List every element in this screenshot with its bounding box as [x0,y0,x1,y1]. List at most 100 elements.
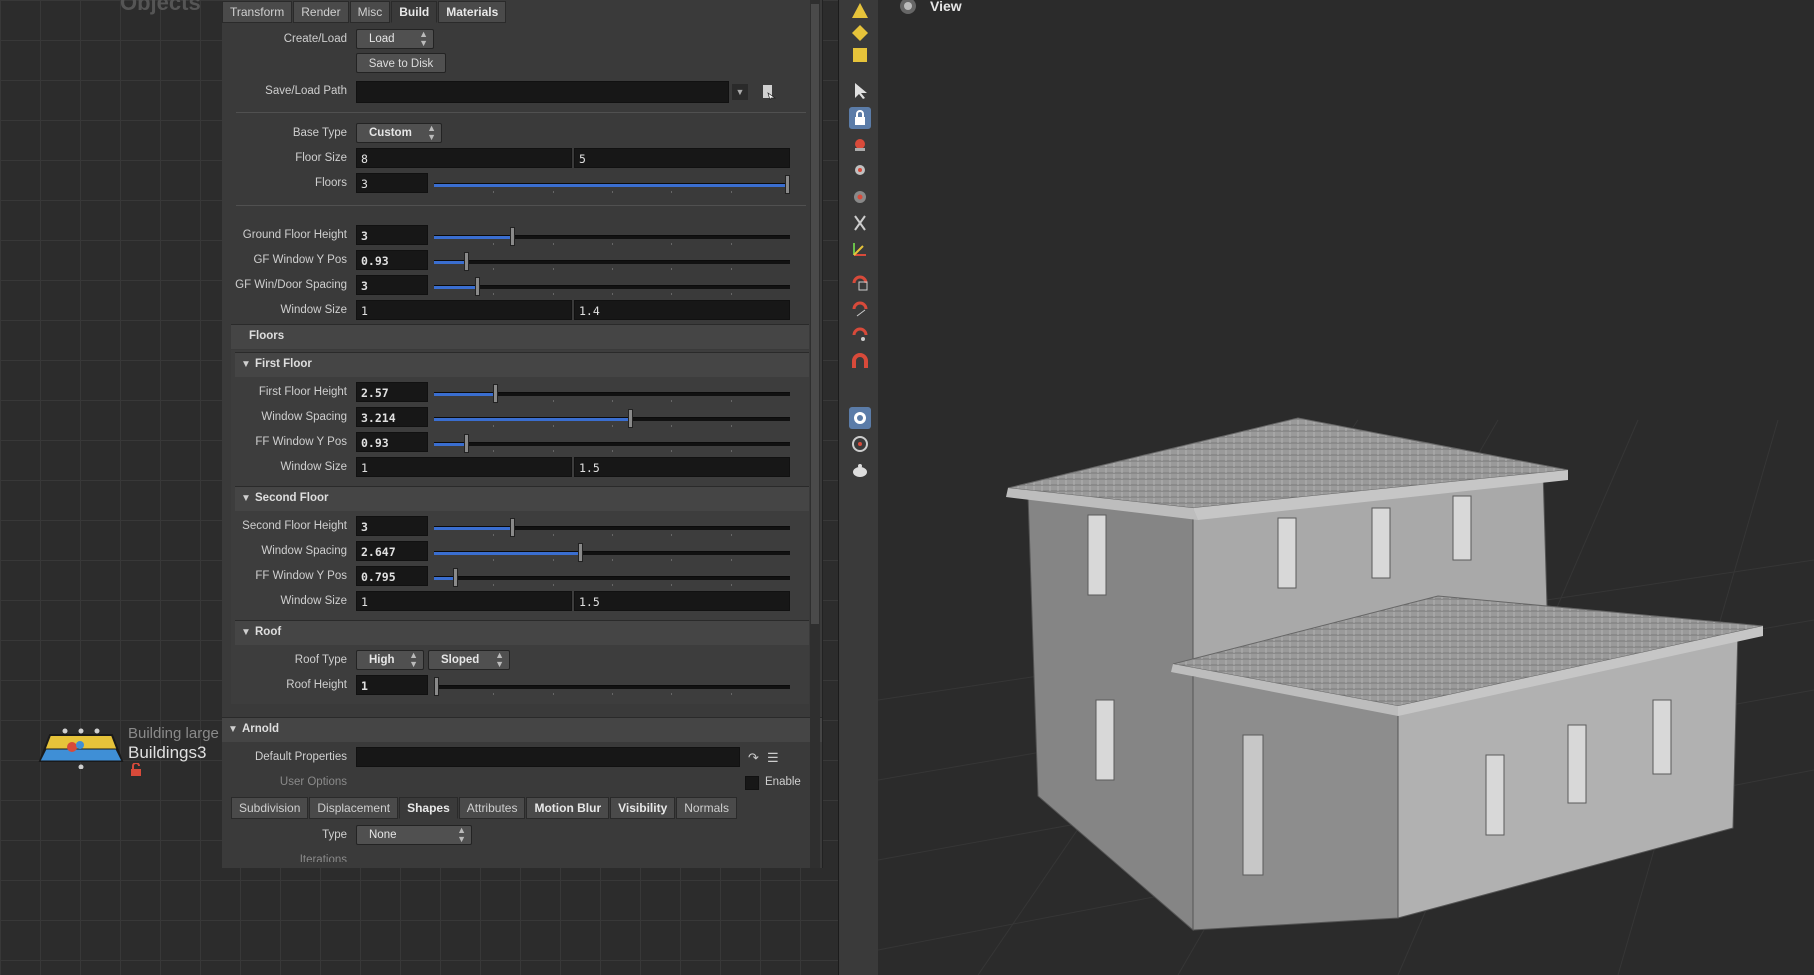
second-floor-height-slider[interactable] [434,518,790,537]
tab-normals[interactable]: Normals [676,797,737,819]
slider-tick [730,450,732,452]
type-menu[interactable]: None ▲ ▼ [356,825,472,845]
tab-materials[interactable]: Materials [438,1,507,23]
slider-handle[interactable] [464,252,470,271]
floors-field[interactable]: 3 [356,173,428,193]
floor-size-x-field[interactable]: 8 [356,148,572,168]
first-window-spacing-field[interactable]: 3.214 [356,407,428,427]
axis-icon[interactable] [849,238,871,260]
3d-viewport[interactable]: View [878,0,1814,975]
snap-curve-icon[interactable] [849,298,871,320]
handle-icon[interactable] [849,186,871,208]
slider-handle[interactable] [510,518,516,537]
slider-fill [434,393,495,396]
roof-type-menu-1[interactable]: High ▲ ▼ [356,650,424,670]
floor-size-y-field[interactable]: 5 [574,148,790,168]
second-window-ypos-field[interactable]: 0.795 [356,566,428,586]
first-window-size-x-field[interactable]: 1 [356,457,572,477]
slider-handle[interactable] [510,227,516,246]
first-window-ypos-slider[interactable] [434,434,790,453]
updown-arrow-icon: ▲ ▼ [457,825,466,844]
slider-handle[interactable] [474,277,480,296]
tab-misc[interactable]: Misc [349,1,391,23]
first-window-size-y-field[interactable]: 1.5 [574,457,790,477]
slider-handle[interactable] [627,409,633,428]
lock-selection-icon[interactable] [849,107,871,129]
roof-header[interactable]: ▼ Roof [235,620,809,645]
objects-mode-icon[interactable] [849,44,871,66]
first-floor-height-field[interactable]: 2.57 [356,382,428,402]
pose-icon[interactable] [849,160,871,182]
first-floor-header[interactable]: ▼ First Floor [235,352,809,377]
slider-handle[interactable] [492,384,498,403]
chevron-down-icon[interactable]: ▼ [732,84,748,100]
panel-scrollbar[interactable] [810,0,820,868]
second-window-ypos-slider[interactable] [434,568,790,587]
file-chooser-icon[interactable] [762,84,777,101]
slider-tick [730,243,732,245]
roof-height-slider[interactable] [434,677,790,696]
slider-handle[interactable] [785,175,790,194]
tab-visibility[interactable]: Visibility [610,797,676,819]
first-window-ypos-field[interactable]: 0.93 [356,432,428,452]
snap-grid-icon[interactable] [849,272,871,294]
snap-point-icon[interactable] [849,324,871,346]
floors-slider[interactable] [434,175,790,194]
jump-arrow-icon[interactable]: ↷ [748,750,759,766]
roof-type-menu-2[interactable]: Sloped ▲ ▼ [428,650,510,670]
slider-tick [493,584,495,586]
gf-win-door-field[interactable]: 3 [356,275,428,295]
window-size-x-field[interactable]: 1 [356,300,572,320]
save-load-path-field[interactable] [356,81,729,103]
slider-tick [552,584,554,586]
magnet-select-icon[interactable] [849,134,871,156]
slider-handle[interactable] [434,677,439,696]
tab-transform[interactable]: Transform [222,1,293,23]
render-view-icon[interactable] [849,433,871,455]
bones-icon[interactable] [849,212,871,234]
arnold-title: Arnold [242,723,280,735]
slider-handle[interactable] [453,568,459,587]
arnold-header[interactable]: ▼ Arnold [222,717,822,742]
save-to-disk-button[interactable]: Save to Disk [356,53,446,73]
base-type-menu[interactable]: Custom ▲ ▼ [356,123,442,143]
second-floor-height-field[interactable]: 3 [356,516,428,536]
select-arrow-icon[interactable] [849,80,871,102]
first-window-spacing-slider[interactable] [434,409,790,428]
roof-height-row: Roof Height 1 [222,675,822,697]
create-load-menu[interactable]: Load ▲ ▼ [356,29,434,49]
tab-build[interactable]: Build [391,1,438,23]
components-icon[interactable] [849,22,871,44]
slider-handle[interactable] [464,434,470,453]
tab-shapes[interactable]: Shapes [399,797,458,819]
ground-floor-height-slider[interactable] [434,227,790,246]
tab-motion-blur[interactable]: Motion Blur [526,797,610,819]
second-floor-header[interactable]: ▼ Second Floor [235,486,809,511]
second-window-size-x-field[interactable]: 1 [356,591,572,611]
tab-render[interactable]: Render [293,1,349,23]
roof-height-field[interactable]: 1 [356,675,428,695]
gf-window-y-field[interactable]: 0.93 [356,250,428,270]
property-menu-icon[interactable]: ☰ [767,750,779,766]
magnet-icon[interactable] [849,350,871,372]
gf-window-y-slider[interactable] [434,252,790,271]
second-window-spacing-slider[interactable] [434,543,790,562]
enable-checkbox[interactable] [745,776,759,790]
first-floor-height-slider[interactable] [434,384,790,403]
gf-win-door-slider[interactable] [434,277,790,296]
window-size-y-field[interactable]: 1.4 [574,300,790,320]
scrollbar-thumb[interactable] [811,4,819,624]
camera-icon[interactable] [849,407,871,429]
tab-attributes[interactable]: Attributes [458,797,526,819]
second-window-size-y-field[interactable]: 1.5 [574,591,790,611]
ground-floor-height-field[interactable]: 3 [356,225,428,245]
select-mode-icon[interactable] [849,0,871,22]
default-properties-field[interactable] [356,747,740,767]
lock-icon[interactable] [130,762,142,780]
teapot-icon[interactable] [849,459,871,481]
second-window-spacing-field[interactable]: 2.647 [356,541,428,561]
slider-handle[interactable] [577,543,583,562]
tab-subdivision[interactable]: Subdivision [231,797,309,819]
tab-displacement[interactable]: Displacement [309,797,399,819]
building-node[interactable] [36,725,126,770]
